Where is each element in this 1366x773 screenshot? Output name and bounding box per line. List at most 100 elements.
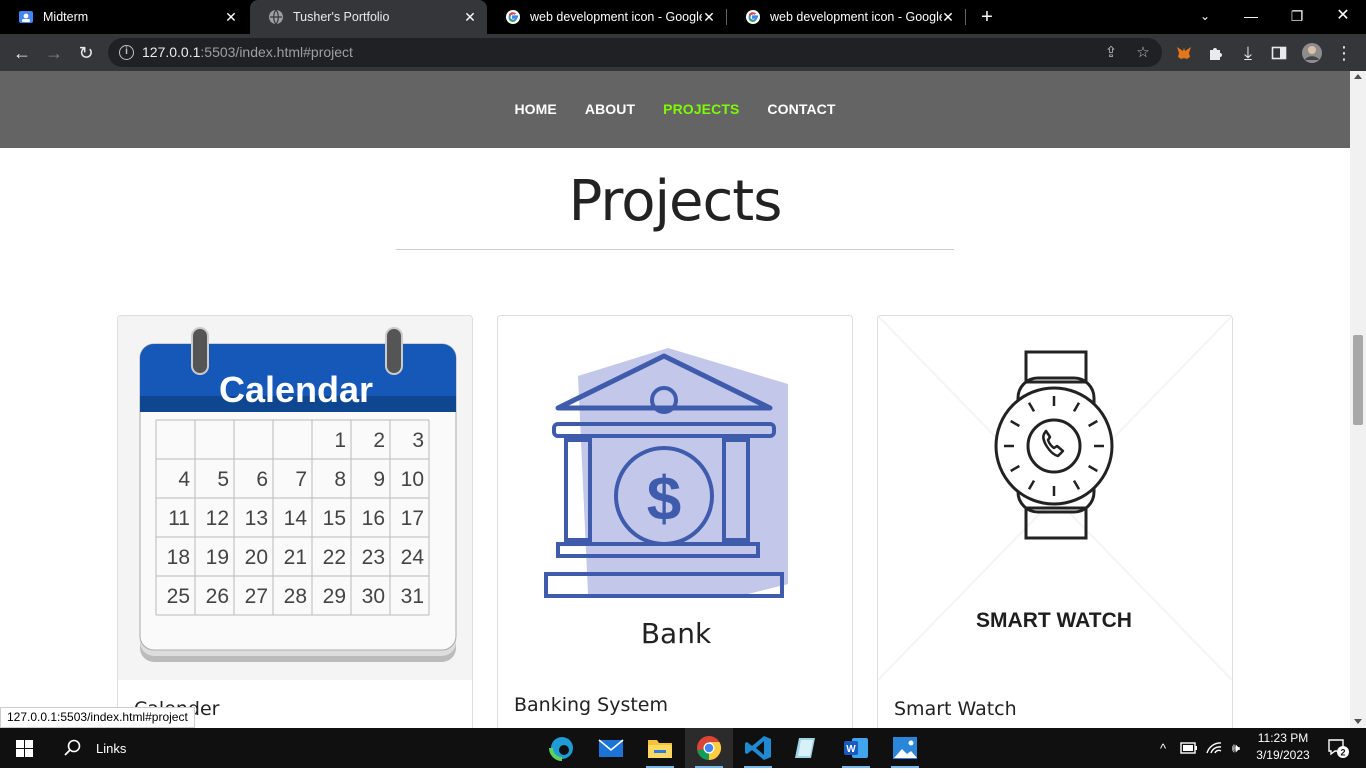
page-scrollbar[interactable] [1350, 71, 1366, 728]
show-hidden-icons-chevron-icon[interactable]: ^ [1152, 728, 1174, 768]
bookmark-star-icon[interactable]: ☆ [1132, 42, 1154, 64]
link-status-bubble: 127.0.0.1:5503/index.html#project [0, 707, 195, 728]
wifi-icon[interactable] [1203, 728, 1225, 768]
download-icon[interactable]: ⤓ [1236, 41, 1260, 65]
notification-center-icon[interactable]: 2 [1320, 728, 1356, 768]
nav-projects-link[interactable]: PROJECTS [663, 101, 739, 117]
photos-app-icon[interactable] [881, 728, 929, 768]
share-icon[interactable]: ⇪ [1100, 42, 1122, 64]
tab-close-icon[interactable]: ✕ [939, 8, 957, 26]
tab-label: Tusher's Portfolio [293, 10, 390, 24]
calendar-day-number: 23 [362, 546, 385, 569]
minimize-button[interactable]: — [1228, 0, 1274, 34]
title-divider [396, 249, 954, 250]
restore-button[interactable]: ❐ [1274, 0, 1320, 34]
project-card-title: Smart Watch [894, 698, 1017, 720]
svg-text:W: W [846, 744, 856, 755]
calendar-day-number: 15 [323, 507, 346, 530]
notes-app-icon[interactable] [783, 728, 831, 768]
calendar-day-number: 7 [295, 468, 307, 491]
nav-home-link[interactable]: HOME [514, 101, 556, 117]
calendar-header-text: Calendar [219, 369, 373, 410]
scroll-up-arrow-icon[interactable] [1354, 74, 1362, 79]
site-info-icon[interactable]: i [119, 45, 134, 60]
calendar-day-number: 31 [401, 585, 424, 608]
tab-google-search-2[interactable]: web development icon - Google ✕ [727, 0, 965, 34]
volume-icon[interactable]: 🕪 [1226, 728, 1246, 768]
calendar-day-number: 27 [245, 585, 268, 608]
google-classroom-icon [18, 9, 34, 25]
url-text[interactable]: 127.0.0.1:5503/index.html#project [142, 44, 353, 60]
nav-contact-link[interactable]: CONTACT [767, 101, 835, 117]
edge-app-icon[interactable] [538, 728, 586, 768]
calendar-image: Calendar 1 2 3 4 5 6 7 8 9 10 11 12 13 14 15 16 17 18 19 20… [118, 316, 472, 680]
side-panel-icon[interactable] [1267, 41, 1291, 65]
mail-app-icon[interactable] [587, 728, 635, 768]
tab-search-icon[interactable]: ⌄ [1182, 0, 1228, 34]
profile-avatar[interactable] [1300, 41, 1324, 65]
project-card-smartwatch[interactable]: SMART WATCH Smart Watch [877, 315, 1233, 728]
calendar-day-number: 29 [323, 585, 346, 608]
calendar-day-number: 19 [206, 546, 229, 569]
new-tab-button[interactable]: + [976, 6, 998, 28]
tab-label: web development icon - Google [770, 10, 942, 24]
globe-icon [268, 9, 284, 25]
windows-start-icon[interactable] [0, 728, 48, 768]
calendar-day-number: 13 [245, 507, 268, 530]
vscode-app-icon[interactable] [734, 728, 782, 768]
taskbar-search-label[interactable]: Links [96, 728, 136, 768]
scrollbar-thumb[interactable] [1353, 335, 1363, 425]
bank-caption-text: Bank [641, 617, 712, 650]
metamask-extension-icon[interactable] [1172, 41, 1196, 65]
project-card-banking[interactable]: $ Bank Banking System [497, 315, 853, 728]
smartwatch-image: SMART WATCH [878, 316, 1232, 681]
calendar-day-number: 4 [178, 468, 190, 491]
calendar-day-number: 22 [323, 546, 346, 569]
reload-icon[interactable]: ↻ [74, 41, 98, 65]
calendar-day-number: 17 [401, 507, 424, 530]
calendar-day-number: 1 [334, 429, 346, 452]
browser-menu-icon[interactable]: ⋮ [1332, 41, 1356, 65]
tab-close-icon[interactable]: ✕ [222, 8, 240, 26]
calendar-day-number: 25 [167, 585, 190, 608]
project-card-calendar[interactable]: Calendar 1 2 3 4 5 6 7 8 9 10 11 12 13 14 15 16 17 18 19 20… [117, 315, 473, 728]
chrome-app-icon[interactable] [685, 728, 733, 768]
system-clock[interactable]: 11:23 PM 3/19/2023 [1248, 730, 1318, 764]
smartwatch-caption-text: SMART WATCH [976, 609, 1132, 632]
forward-icon[interactable]: → [42, 41, 66, 65]
extensions-puzzle-icon[interactable] [1204, 41, 1228, 65]
clock-time: 11:23 PM [1257, 731, 1309, 745]
project-card-title: Banking System [514, 694, 668, 716]
tab-label: web development icon - Google [530, 10, 702, 24]
calendar-day-number: 3 [412, 429, 424, 452]
calendar-day-number: 26 [206, 585, 229, 608]
calendar-day-number: 30 [362, 585, 385, 608]
browser-toolbar: ← → ↻ i 127.0.0.1:5503/index.html#projec… [0, 34, 1366, 71]
back-icon[interactable]: ← [10, 41, 34, 65]
site-navbar: HOME ABOUT PROJECTS CONTACT [0, 71, 1350, 148]
calendar-day-number: 28 [284, 585, 307, 608]
file-explorer-app-icon[interactable] [636, 728, 684, 768]
address-bar[interactable]: i 127.0.0.1:5503/index.html#project ⇪ ☆ [108, 38, 1162, 67]
tab-midterm[interactable]: Midterm ✕ [0, 0, 248, 34]
bank-image: $ Bank [498, 316, 852, 680]
google-icon [745, 9, 761, 25]
close-window-button[interactable]: ✕ [1320, 0, 1366, 34]
word-app-icon[interactable]: W [832, 728, 880, 768]
calendar-day-number: 2 [373, 429, 385, 452]
notification-count: 2 [1340, 748, 1345, 758]
tab-close-icon[interactable]: ✕ [461, 8, 479, 26]
clock-date: 3/19/2023 [1256, 748, 1310, 762]
calendar-day-number: 24 [401, 546, 425, 569]
scroll-down-arrow-icon[interactable] [1354, 719, 1362, 724]
tab-close-icon[interactable]: ✕ [700, 8, 718, 26]
tab-portfolio[interactable]: Tusher's Portfolio ✕ [250, 0, 487, 34]
battery-icon[interactable] [1177, 728, 1201, 768]
search-icon[interactable] [58, 728, 88, 768]
nav-about-link[interactable]: ABOUT [585, 101, 635, 117]
calendar-day-number: 21 [284, 546, 307, 569]
calendar-day-number: 18 [167, 546, 190, 569]
calendar-day-number: 20 [245, 546, 268, 569]
tab-google-search-1[interactable]: web development icon - Google ✕ [487, 0, 726, 34]
calendar-day-number: 8 [334, 468, 346, 491]
